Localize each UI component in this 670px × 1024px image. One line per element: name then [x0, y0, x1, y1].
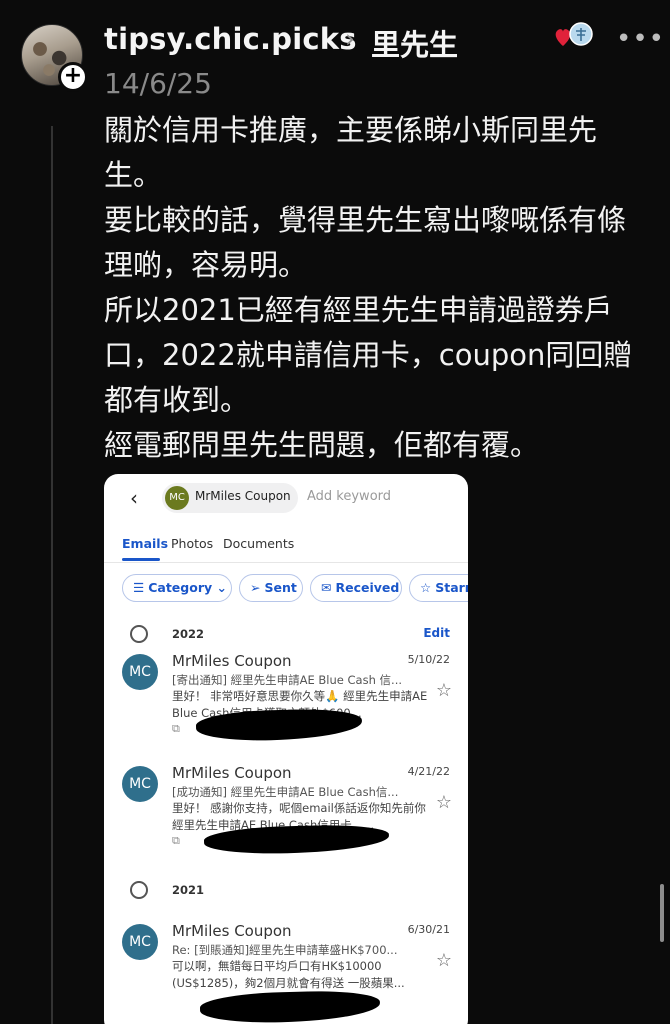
username[interactable]: tipsy.chic.picks	[104, 22, 357, 56]
starred-filter-button[interactable]: ☆Starre	[409, 574, 468, 602]
sender-name: MrMiles Coupon	[172, 652, 292, 670]
section-year: 2022	[172, 627, 205, 641]
send-icon: ➢	[250, 580, 261, 595]
divider	[104, 562, 468, 563]
topic-tag[interactable]: 里先生	[371, 22, 458, 64]
tab-photos[interactable]: Photos	[171, 536, 213, 551]
email-row[interactable]: MC MrMiles Coupon 4/21/22 [成功通知] 經里先生申請A…	[104, 764, 468, 866]
sender-avatar: MC	[122, 654, 158, 690]
post-date: 14/6/25	[104, 67, 212, 100]
received-filter-button[interactable]: ✉ Received	[310, 574, 402, 602]
keyword-search-input[interactable]: Add keyword	[307, 489, 391, 504]
redaction-mark	[199, 989, 381, 1024]
tab-emails[interactable]: Emails	[122, 536, 168, 551]
sender-avatar: MC	[122, 766, 158, 802]
attached-screenshot[interactable]: ‹ MC MrMiles Coupon Add keyword Emails P…	[104, 474, 468, 1024]
envelope-icon: ✉	[321, 580, 332, 595]
star-icon: ☆	[420, 580, 432, 595]
category-filter-button[interactable]: ☰ Category ⌄	[122, 574, 232, 602]
star-icon[interactable]: ☆	[436, 950, 452, 971]
select-radio[interactable]	[130, 881, 148, 899]
post-paragraph: 關於信用卡推廣，主要係睇小斯同里先生。	[104, 113, 598, 192]
follow-plus-icon[interactable]: +	[58, 62, 88, 92]
email-row[interactable]: MC MrMiles Coupon 6/30/21 Re: [到賬通知]經里先生…	[104, 922, 468, 1024]
section-header-2022: 2022 Edit	[104, 619, 468, 649]
email-date: 4/21/22	[407, 765, 450, 778]
section-year: 2021	[172, 883, 205, 897]
tab-documents[interactable]: Documents	[223, 536, 294, 551]
attachment-icon: ⧉	[172, 722, 180, 735]
sent-filter-button[interactable]: ➢ Sent	[239, 574, 303, 602]
section-header-2021: 2021	[104, 875, 468, 905]
star-icon[interactable]: ☆	[436, 792, 452, 813]
contact-name: MrMiles Coupon	[195, 489, 291, 503]
email-row[interactable]: MC MrMiles Coupon 5/10/22 [寄出通知] 經里先生申請A…	[104, 652, 468, 754]
email-subject: [寄出通知] 經里先生申請AE Blue Cash 信...	[172, 673, 402, 687]
star-icon[interactable]: ☆	[436, 680, 452, 701]
thread-line	[51, 126, 53, 1024]
email-date: 6/30/21	[407, 923, 450, 936]
contact-chip[interactable]: MC MrMiles Coupon	[162, 483, 298, 513]
more-dots-icon[interactable]: •••	[616, 24, 665, 54]
active-tab-indicator	[122, 558, 160, 561]
heart-badge-icon[interactable]	[553, 20, 595, 52]
email-date: 5/10/22	[407, 653, 450, 666]
sender-name: MrMiles Coupon	[172, 764, 292, 782]
chevron-left-icon[interactable]: ‹	[130, 486, 138, 510]
sender-avatar: MC	[122, 924, 158, 960]
attachment-icon: ⧉	[172, 834, 180, 847]
edit-button[interactable]: Edit	[423, 626, 450, 640]
email-subject: [成功通知] 經里先生申請AE Blue Cash信...	[172, 785, 399, 799]
post-paragraph: 要比較的話，覺得里先生寫出嚟嘅係有條理啲，容易明。	[104, 203, 627, 282]
post-paragraph: 所以2021已經有經里先生申請過證券戶口，2022就申請信用卡，coupon同回…	[104, 293, 633, 417]
post-paragraph: 經電郵問里先生問題，佢都有覆。	[104, 428, 540, 462]
email-preview: 可以啊，無錯每日平均戶口有HK$10000 (US$1285)，夠2個月就會有得…	[172, 959, 405, 990]
contact-avatar: MC	[165, 486, 189, 510]
list-icon: ☰	[133, 580, 145, 595]
email-subject: Re: [到賬通知]經里先生申請華盛HK$700...	[172, 943, 398, 957]
sender-name: MrMiles Coupon	[172, 922, 292, 940]
chevron-right-icon: ›	[345, 24, 355, 53]
post-body: 關於信用卡推廣，主要係睇小斯同里先生。 要比較的話，覺得里先生寫出嚟嘅係有條理啲…	[104, 108, 649, 468]
scrollbar[interactable]	[660, 884, 664, 942]
select-radio[interactable]	[130, 625, 148, 643]
